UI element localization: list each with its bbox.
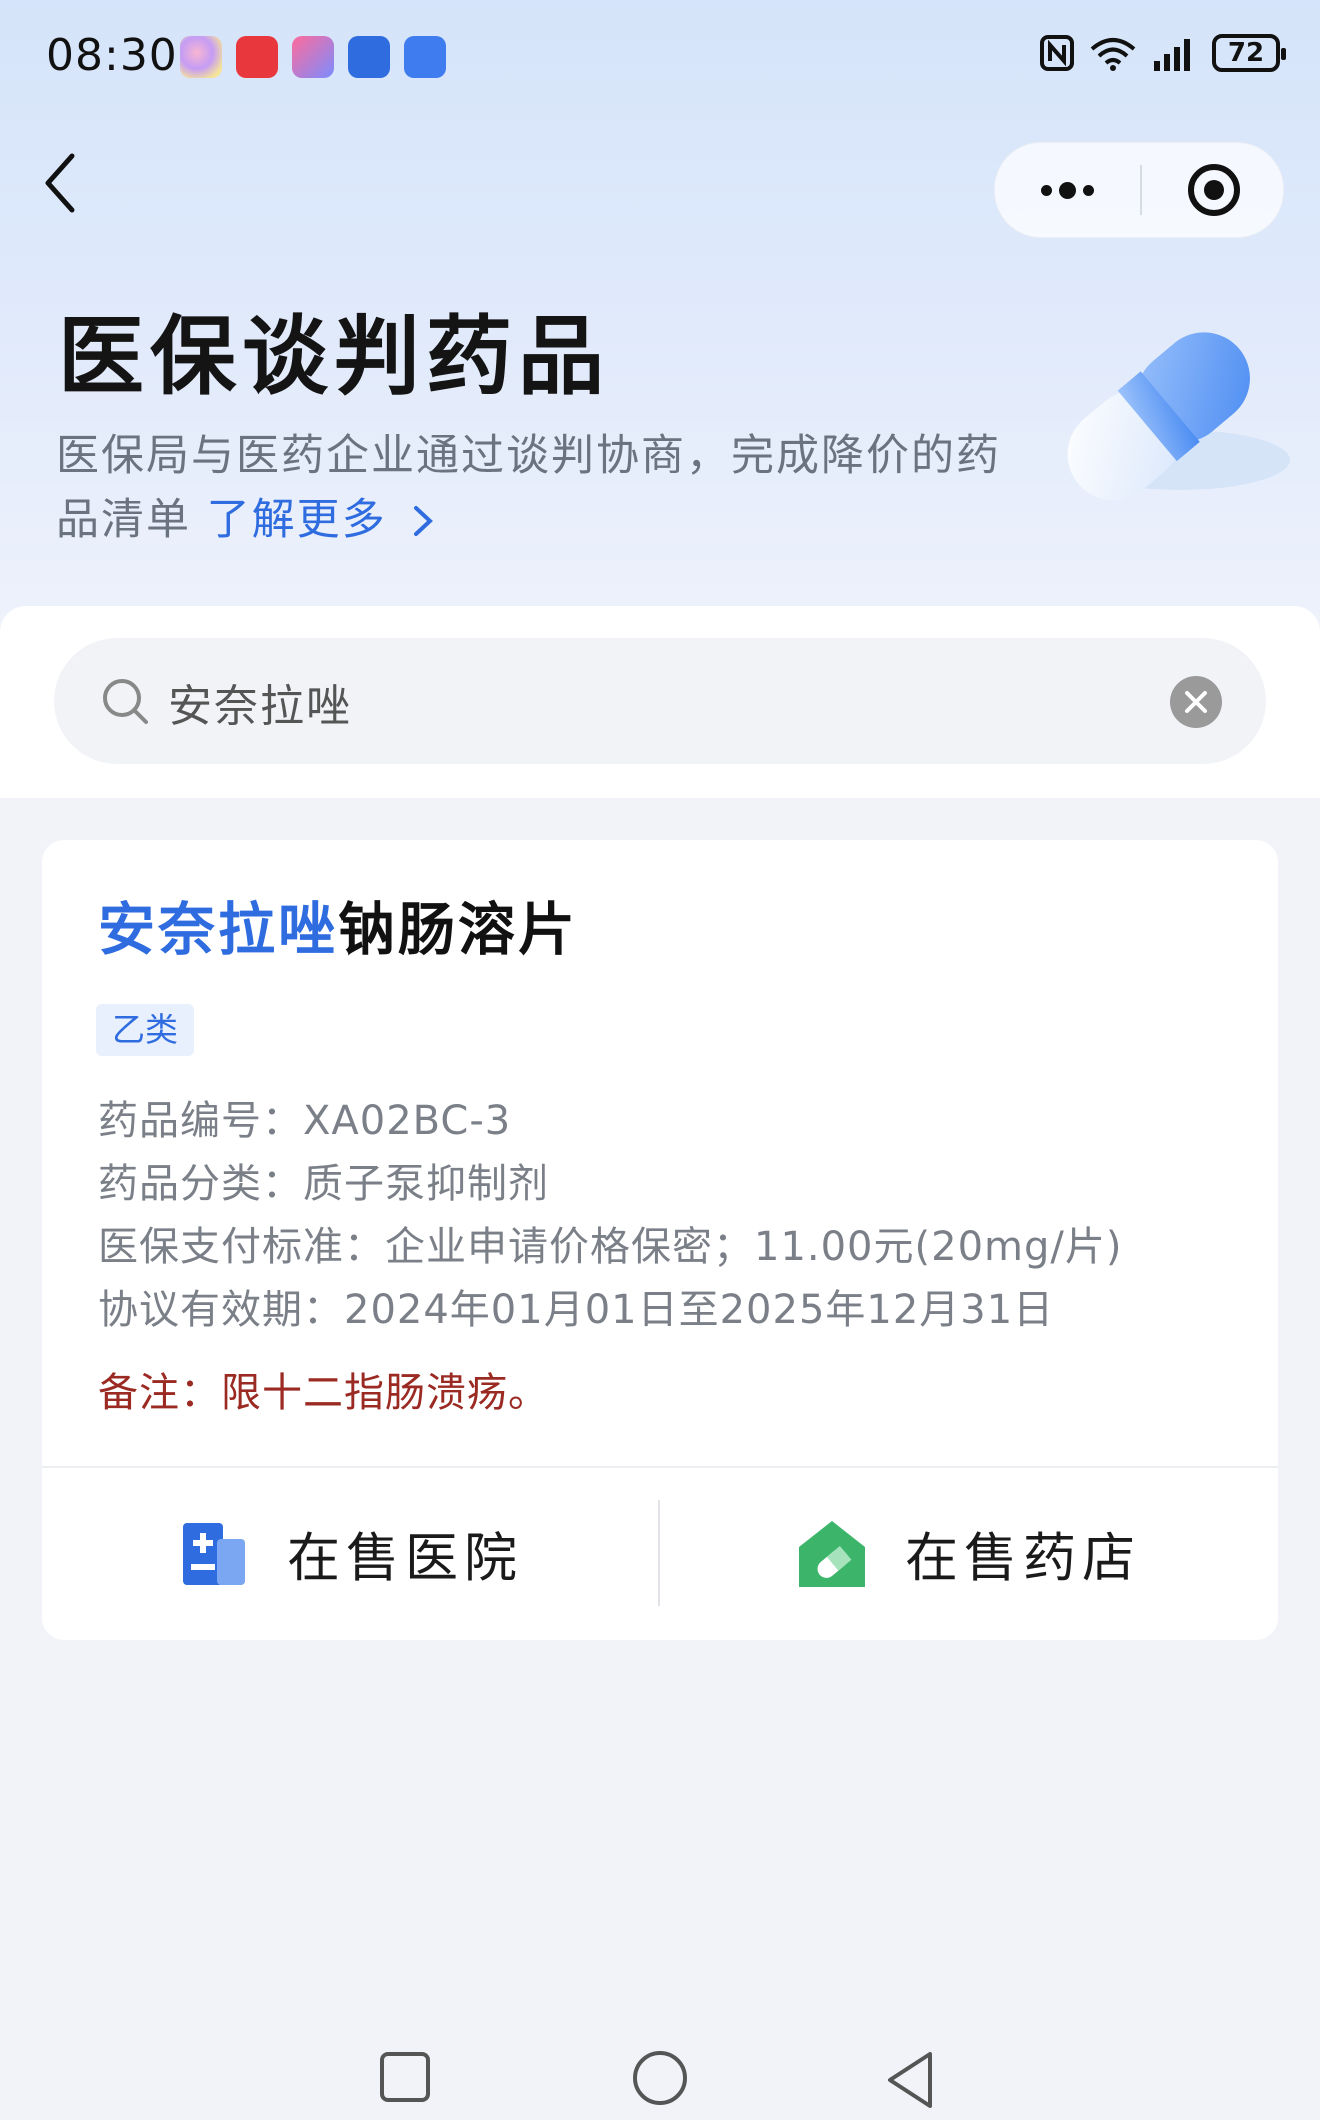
drug-result-card[interactable]: 安奈拉唑钠肠溶片 乙类 药品编号：XA02BC-3 药品分类：质子泵抑制剂 医保… [42,840,1278,1640]
chevron-right-icon [414,506,434,536]
target-icon[interactable] [1188,164,1240,216]
payment-standard: 医保支付标准：企业申请价格保密；11.00元(20mg/片) [98,1224,1123,1270]
page-title: 医保谈判药品 [58,307,610,407]
battery-indicator: 72 [1212,34,1286,72]
capsule-divider [1140,165,1142,215]
app-gallery-icon [236,36,278,78]
upload-app-icon [404,36,446,78]
pill-capsule-illustration [1067,332,1290,501]
drug-note: 备注：限十二指肠溃疡。 [98,1370,549,1416]
description-text: 医保局与医药企业通过谈判协商，完成降价的药品清单 [56,431,1001,545]
status-app-icons [180,36,446,78]
browser-icon [180,36,222,78]
info-app-icon [292,36,334,78]
hospital-icon [183,1523,245,1585]
hospitals-selling-button[interactable]: 在售医院 [42,1468,658,1640]
close-icon [1185,691,1207,713]
search-app-icon [348,36,390,78]
search-input[interactable] [166,662,1120,742]
drug-class: 药品分类：质子泵抑制剂 [98,1161,549,1207]
pharmacies-selling-label: 在售药店 [905,1528,1141,1589]
wifi-6-icon [1090,38,1136,71]
drug-name-rest: 钠肠溶片 [338,897,578,963]
recents-icon[interactable] [378,2050,432,2104]
more-icon[interactable] [1035,167,1099,213]
status-time: 08:30 [46,30,178,81]
system-navigation-bar [0,2040,1320,2120]
drug-info: 药品编号：XA02BC-3 药品分类：质子泵抑制剂 医保支付标准：企业申请价格保… [98,1090,1122,1342]
mini-program-capsule [994,142,1284,238]
status-indicators: 72 [1040,34,1286,72]
agreement-period: 协议有效期：2024年01月01日至2025年12月31日 [98,1287,1055,1333]
category-tag: 乙类 [96,1004,194,1056]
search-icon [103,679,148,724]
hospitals-selling-label: 在售医院 [287,1528,523,1589]
back-nav-icon[interactable] [884,2050,938,2110]
signal-icon [1154,39,1190,71]
drug-code: 药品编号：XA02BC-3 [98,1098,512,1144]
drug-name-highlight: 安奈拉唑 [98,897,338,963]
pharmacy-icon [799,1521,865,1587]
page-description: 医保局与医药企业通过谈判协商，完成降价的药品清单 了解更多 [56,424,1036,552]
learn-more-label: 了解更多 [206,495,387,545]
back-icon[interactable] [38,150,84,216]
search-section [0,606,1320,798]
learn-more-link[interactable]: 了解更多 [207,495,437,545]
home-icon[interactable] [630,2050,690,2110]
clear-search-button[interactable] [1170,676,1222,728]
drug-name: 安奈拉唑钠肠溶片 [98,884,578,966]
search-bar[interactable] [54,638,1266,764]
nfc-icon [1040,35,1074,71]
pharmacies-selling-button[interactable]: 在售药店 [660,1468,1276,1640]
